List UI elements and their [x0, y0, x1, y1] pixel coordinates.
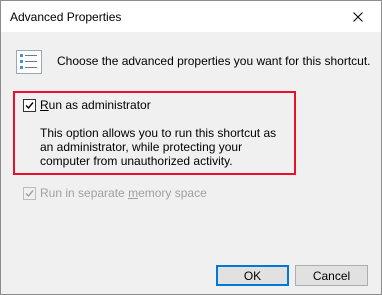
separate-memory-label-after: emory space [138, 186, 207, 200]
intro-text: Choose the advanced properties you want … [57, 54, 371, 68]
cancel-button[interactable]: Cancel [295, 265, 368, 286]
title-bar: Advanced Properties [1, 1, 381, 32]
advanced-properties-dialog: Advanced Properties Choose the advanced … [0, 0, 382, 295]
run-as-admin-description: This option allows you to run this short… [40, 126, 277, 168]
run-as-admin-label[interactable]: Run as administrator [40, 98, 151, 112]
window-title: Advanced Properties [10, 10, 122, 24]
mnemonic-m: m [128, 186, 139, 200]
separate-memory-label[interactable]: Run in separate memory space [40, 186, 207, 200]
properties-list-icon [16, 50, 42, 74]
separate-memory-label-before: Run in separate [40, 186, 129, 200]
separate-memory-checkbox[interactable] [23, 187, 36, 200]
mnemonic-r: R [40, 98, 49, 112]
run-as-admin-checkbox[interactable] [23, 99, 36, 112]
run-as-admin-label-rest: un as administrator [48, 98, 151, 112]
checkmark-icon [25, 190, 34, 198]
checkmark-icon [25, 102, 34, 110]
close-button[interactable] [335, 1, 381, 32]
ok-button[interactable]: OK [216, 265, 289, 286]
close-icon [353, 11, 363, 22]
dialog-content: Choose the advanced properties you want … [1, 32, 381, 258]
dialog-footer: OK Cancel [1, 258, 381, 294]
